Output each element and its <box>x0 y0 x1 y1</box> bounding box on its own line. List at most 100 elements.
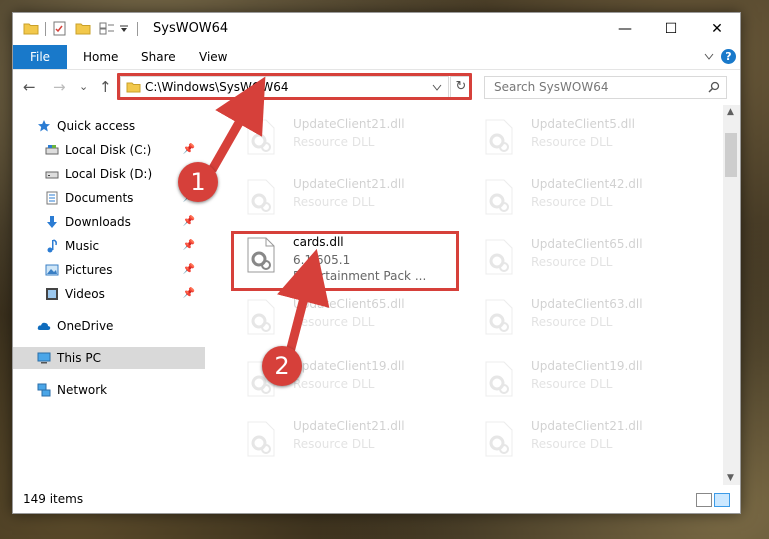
file-item[interactable]: UpdateClient21.dll Resource DLL <box>225 173 425 223</box>
properties-icon[interactable] <box>53 21 67 36</box>
vertical-scrollbar[interactable]: ▲ ▼ <box>723 105 740 485</box>
sidebar-item-documents[interactable]: Documents 📌 <box>13 187 205 209</box>
file-explorer-window: SysWOW64 — ☐ ✕ File Home Share View ? ← … <box>12 12 741 514</box>
sidebar-item-network[interactable]: Network <box>13 379 205 401</box>
file-item[interactable]: UpdateClient21.dll Resource DLL <box>463 415 663 465</box>
file-item[interactable]: UpdateClient65.dll Resource DLL <box>225 293 425 343</box>
quick-access-dropdown-icon[interactable] <box>119 25 129 33</box>
file-name: UpdateClient5.dll <box>531 117 635 131</box>
sidebar-item-label: Local Disk (D:) <box>65 167 153 181</box>
file-highlight-box <box>231 231 459 291</box>
annotation-marker-2: 2 <box>262 346 302 386</box>
recent-locations-button[interactable]: ⌄ <box>79 80 88 93</box>
file-name: UpdateClient21.dll <box>293 177 405 191</box>
sidebar-item-label: Videos <box>65 287 105 301</box>
sidebar-item-label: Music <box>65 239 100 253</box>
sidebar-item-label: Pictures <box>65 263 113 277</box>
sidebar-item-label: Downloads <box>65 215 131 229</box>
search-box[interactable]: Search SysWOW64 <box>484 76 727 99</box>
customize-toolbar-icon[interactable] <box>99 22 115 35</box>
file-name: UpdateClient19.dll <box>531 359 643 373</box>
scroll-up-icon[interactable]: ▲ <box>727 107 734 117</box>
file-item[interactable]: UpdateClient63.dll Resource DLL <box>463 293 663 343</box>
drive-icon <box>45 171 59 179</box>
file-description: Resource DLL <box>293 377 375 391</box>
scroll-down-icon[interactable]: ▼ <box>727 473 734 483</box>
scrollbar-thumb[interactable] <box>725 133 737 177</box>
status-bar: 149 items <box>13 487 740 513</box>
forward-button[interactable]: → <box>53 78 66 96</box>
sidebar-item-label: This PC <box>57 351 101 365</box>
navigation-pane: Quick access Local Disk (C:) 📌 Local Dis… <box>13 105 205 485</box>
search-input[interactable]: Search SysWOW64 <box>494 80 608 94</box>
title-bar: SysWOW64 — ☐ ✕ <box>13 13 740 45</box>
file-description: Resource DLL <box>531 437 613 451</box>
file-item[interactable]: UpdateClient42.dll Resource DLL <box>463 173 663 223</box>
sidebar-item-pictures[interactable]: Pictures 📌 <box>13 259 205 281</box>
file-description: Resource DLL <box>293 135 375 149</box>
pin-icon: 📌 <box>182 288 195 299</box>
music-icon <box>47 239 57 253</box>
sidebar-item-local-disk-d[interactable]: Local Disk (D:) <box>13 163 205 185</box>
file-name: UpdateClient65.dll <box>531 237 643 251</box>
search-icon[interactable] <box>708 81 720 93</box>
sidebar-item-label: Documents <box>65 191 134 205</box>
sidebar-item-music[interactable]: Music 📌 <box>13 235 205 257</box>
help-button[interactable]: ? <box>721 49 736 64</box>
close-button[interactable]: ✕ <box>694 13 740 45</box>
dll-file-icon <box>485 179 513 215</box>
window-title: SysWOW64 <box>153 21 229 36</box>
expand-ribbon-icon[interactable] <box>704 53 714 61</box>
sidebar-item-this-pc[interactable]: This PC <box>13 347 205 369</box>
file-item[interactable]: UpdateClient19.dll Resource DLL <box>225 355 425 405</box>
file-name: UpdateClient21.dll <box>531 419 643 433</box>
file-item[interactable]: UpdateClient65.dll Resource DLL <box>463 233 663 283</box>
file-item[interactable]: UpdateClient21.dll Resource DLL <box>225 415 425 465</box>
minimize-button[interactable]: — <box>602 13 648 45</box>
pin-icon: 📌 <box>182 144 195 155</box>
drive-icon <box>45 145 59 155</box>
large-icons-view-icon[interactable] <box>714 493 730 507</box>
file-item[interactable]: UpdateClient5.dll Resource DLL <box>463 113 663 163</box>
sidebar-item-label: OneDrive <box>57 319 114 333</box>
sidebar-item-quick-access[interactable]: Quick access <box>13 115 205 137</box>
file-description: Resource DLL <box>531 315 613 329</box>
tab-file[interactable]: File <box>13 45 67 69</box>
file-description: Resource DLL <box>531 255 613 269</box>
tab-view[interactable]: View <box>199 45 227 69</box>
sidebar-item-videos[interactable]: Videos 📌 <box>13 283 205 305</box>
file-item[interactable]: UpdateClient19.dll Resource DLL <box>463 355 663 405</box>
pin-icon: 📌 <box>182 240 195 251</box>
file-description: Resource DLL <box>531 195 613 209</box>
cloud-icon <box>37 322 51 330</box>
file-description: Resource DLL <box>531 377 613 391</box>
file-name: UpdateClient19.dll <box>293 359 405 373</box>
sidebar-item-onedrive[interactable]: OneDrive <box>13 315 205 337</box>
file-list: UpdateClient21.dll Resource DLL UpdateCl… <box>213 105 723 485</box>
dll-file-icon <box>247 421 275 457</box>
dll-file-icon <box>247 119 275 155</box>
up-button[interactable]: ↑ <box>99 78 112 96</box>
tab-share[interactable]: Share <box>141 45 176 69</box>
dll-file-icon <box>485 119 513 155</box>
file-name: UpdateClient21.dll <box>293 117 405 131</box>
maximize-button[interactable]: ☐ <box>648 13 694 45</box>
pictures-icon <box>45 264 59 276</box>
new-folder-icon[interactable] <box>75 21 91 35</box>
sidebar-item-downloads[interactable]: Downloads 📌 <box>13 211 205 233</box>
documents-icon <box>46 191 58 205</box>
pin-icon: 📌 <box>182 264 195 275</box>
computer-icon <box>37 352 51 364</box>
file-item[interactable]: UpdateClient21.dll Resource DLL <box>225 113 425 163</box>
file-name: UpdateClient21.dll <box>293 419 405 433</box>
details-view-icon[interactable] <box>696 493 712 507</box>
tab-home[interactable]: Home <box>83 45 118 69</box>
sidebar-item-local-disk-c[interactable]: Local Disk (C:) 📌 <box>13 139 205 161</box>
dll-file-icon <box>485 299 513 335</box>
videos-icon <box>46 288 58 300</box>
back-button[interactable]: ← <box>23 78 36 96</box>
download-icon <box>47 216 57 228</box>
file-name: UpdateClient65.dll <box>293 297 405 311</box>
dll-file-icon <box>247 299 275 335</box>
dll-file-icon <box>485 239 513 275</box>
